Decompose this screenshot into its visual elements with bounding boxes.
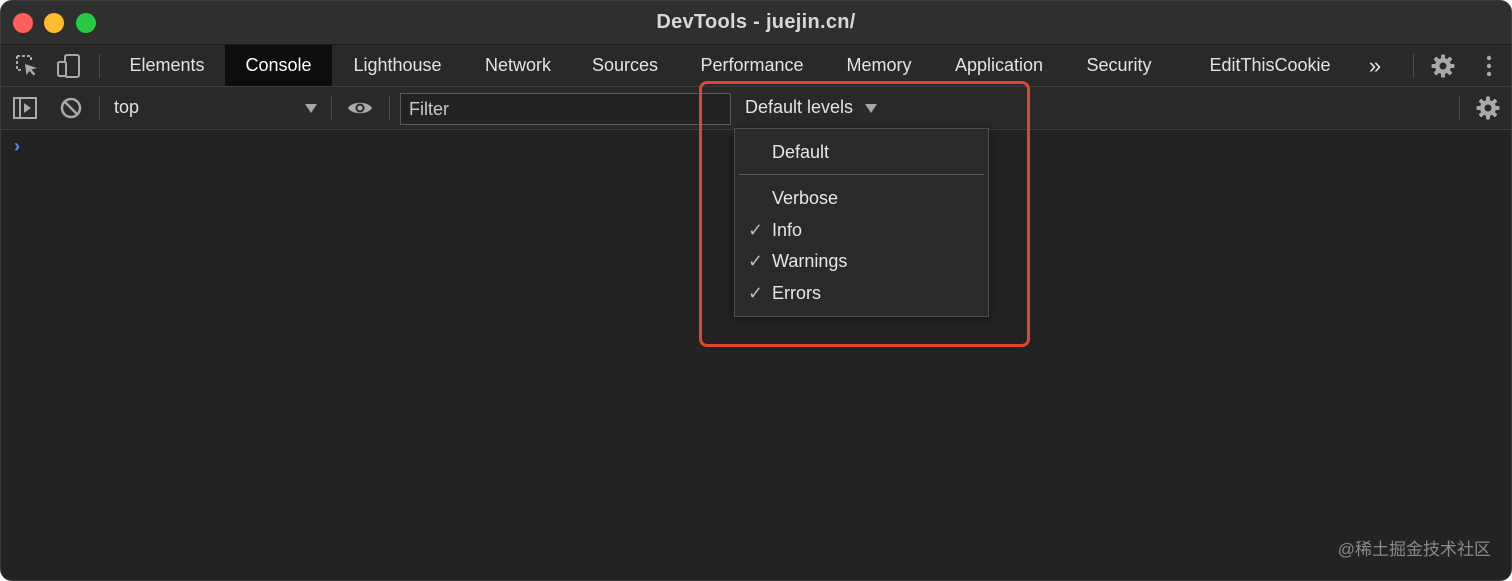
menu-item-label: Verbose xyxy=(772,188,839,208)
menu-item-warnings[interactable]: ✓ Warnings xyxy=(735,246,988,276)
tab-memory[interactable]: Memory xyxy=(831,45,927,86)
tab-network[interactable]: Network xyxy=(467,45,569,86)
tab-sources[interactable]: Sources xyxy=(577,45,673,86)
levels-dropdown-arrow-icon[interactable] xyxy=(865,104,877,113)
console-settings-gear-icon[interactable] xyxy=(1475,95,1501,121)
menu-item-label: Info xyxy=(772,220,803,240)
menu-item-default[interactable]: Default xyxy=(735,137,988,167)
kebab-menu-icon[interactable] xyxy=(1476,53,1502,79)
checkmark-icon: ✓ xyxy=(748,283,764,303)
tab-application[interactable]: Application xyxy=(937,45,1061,86)
tab-editthiscookie[interactable]: EditThisCookie xyxy=(1189,45,1351,86)
log-levels-menu: Default Verbose ✓ Info ✓ Warnings ✓ Erro… xyxy=(734,128,989,317)
menu-item-info[interactable]: ✓ Info xyxy=(735,215,988,245)
tab-lighthouse[interactable]: Lighthouse xyxy=(334,45,461,86)
toolbar-divider xyxy=(1413,54,1414,78)
menu-item-label: Errors xyxy=(772,283,821,303)
console-toolbar: top Default levels xyxy=(1,87,1511,130)
checkmark-icon: ✓ xyxy=(748,220,764,240)
javascript-context-selector[interactable]: top xyxy=(114,97,139,118)
menu-item-errors[interactable]: ✓ Errors xyxy=(735,278,988,308)
toolbar-divider xyxy=(1459,96,1460,120)
checkmark-icon: ✓ xyxy=(748,251,764,271)
toolbar-divider xyxy=(99,54,100,78)
tab-elements[interactable]: Elements xyxy=(111,45,223,86)
log-levels-dropdown[interactable]: Default levels xyxy=(745,97,853,118)
toolbar-divider xyxy=(389,96,390,120)
menu-item-verbose[interactable]: Verbose xyxy=(735,183,988,213)
tab-console[interactable]: Console xyxy=(225,45,332,86)
filter-input[interactable] xyxy=(400,93,731,125)
eye-icon[interactable] xyxy=(347,95,373,121)
window-title: DevTools - juejin.cn/ xyxy=(656,11,856,33)
menu-divider xyxy=(739,174,984,175)
context-dropdown-arrow-icon[interactable] xyxy=(305,104,317,113)
tab-security[interactable]: Security xyxy=(1071,45,1167,86)
title-bar: DevTools - juejin.cn/ xyxy=(1,1,1511,45)
console-prompt-icon[interactable]: › xyxy=(14,136,20,157)
main-toolbar: Elements Console Lighthouse Network Sour… xyxy=(1,45,1511,87)
device-toolbar-icon[interactable] xyxy=(56,53,82,79)
menu-item-label: Default xyxy=(772,142,830,162)
devtools-window: DevTools - juejin.cn/ Elements Console L… xyxy=(0,0,1512,581)
inspect-element-icon[interactable] xyxy=(14,53,40,79)
sidebar-toggle-icon[interactable] xyxy=(12,95,38,121)
clear-console-icon[interactable] xyxy=(58,95,84,121)
watermark: @稀土掘金技术社区 xyxy=(1337,540,1491,559)
more-tabs-button[interactable]: » xyxy=(1359,45,1391,86)
tab-performance[interactable]: Performance xyxy=(683,45,821,86)
toolbar-divider xyxy=(99,96,100,120)
menu-item-label: Warnings xyxy=(772,251,848,271)
settings-gear-icon[interactable] xyxy=(1430,53,1456,79)
toolbar-divider xyxy=(331,96,332,120)
